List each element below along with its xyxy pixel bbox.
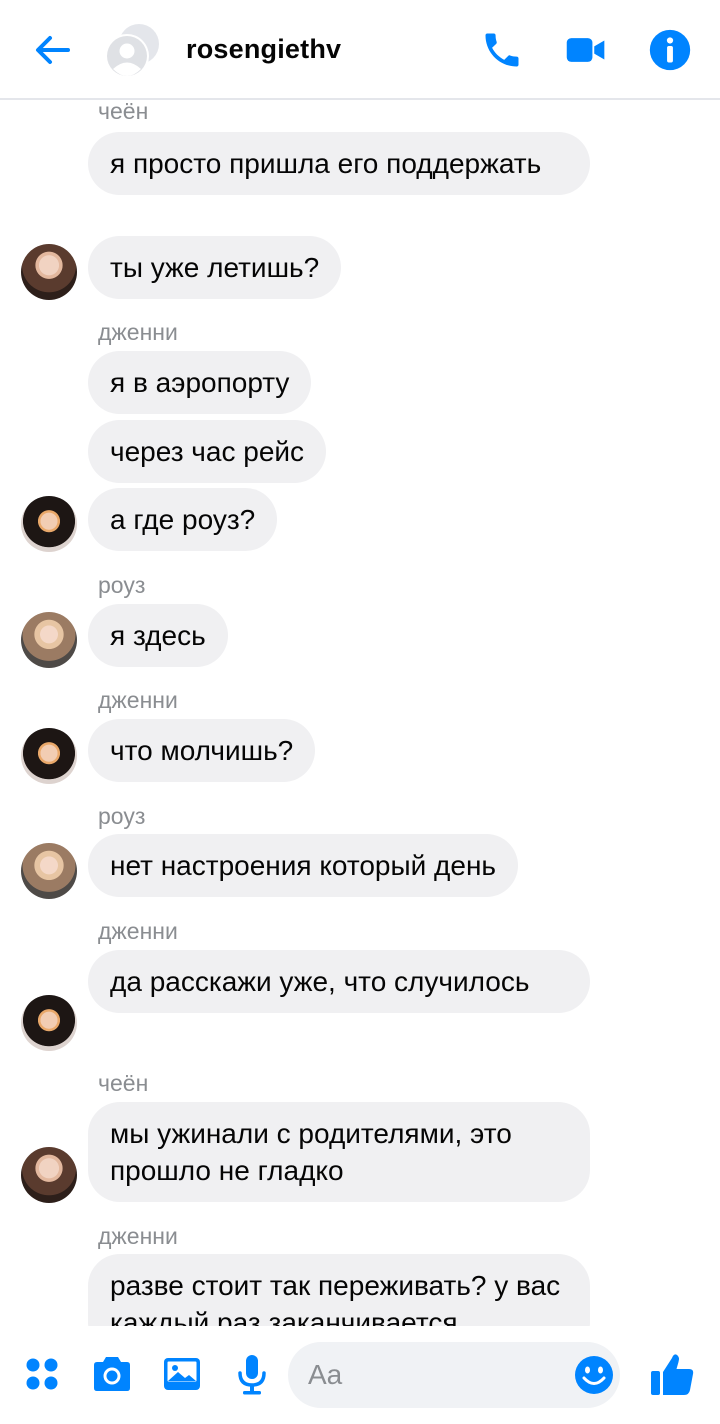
sender-name: дженни <box>98 319 178 345</box>
sender-name: чеён <box>98 1070 149 1096</box>
gallery-button[interactable] <box>158 1350 206 1398</box>
message-bubble[interactable]: через час рейс <box>88 420 327 483</box>
sender-name: чеён <box>98 100 149 124</box>
conversation-info-button[interactable] <box>648 28 692 72</box>
message-bubble[interactable]: ты уже летишь? <box>88 236 342 299</box>
microphone-icon <box>238 1355 266 1395</box>
info-icon <box>649 29 691 71</box>
send-like-button[interactable] <box>646 1348 698 1400</box>
emoji-icon <box>575 1356 613 1394</box>
conversation-header: rosengiethv <box>0 0 720 100</box>
message-bubble[interactable]: я в аэропорту <box>88 351 312 414</box>
sender-avatar[interactable] <box>21 496 77 552</box>
message-bubble[interactable]: что молчишь? <box>88 719 316 782</box>
message-input-container <box>288 1342 620 1408</box>
video-camera-icon <box>566 38 605 62</box>
sender-name: роуз <box>98 803 146 829</box>
sender-avatar[interactable] <box>21 843 77 899</box>
back-arrow-icon <box>36 36 70 64</box>
thumbs-up-icon <box>651 1354 694 1395</box>
phone-icon <box>485 33 519 67</box>
voice-message-button[interactable] <box>228 1350 276 1398</box>
sender-avatar[interactable] <box>21 244 77 300</box>
message-bubble[interactable]: разве стоит так переживать? у вас каждый… <box>88 1254 590 1326</box>
sender-avatar[interactable] <box>21 612 77 668</box>
message-bubble[interactable]: мы ужинали с родителями, это прошло не г… <box>88 1102 590 1202</box>
voice-call-button[interactable] <box>480 28 524 72</box>
image-icon <box>164 1358 200 1390</box>
back-button[interactable] <box>28 26 76 74</box>
camera-icon <box>94 1357 130 1391</box>
video-call-button[interactable] <box>564 28 608 72</box>
message-bubble[interactable]: нет настроения который день <box>88 834 519 897</box>
message-thread[interactable]: чеён я просто пришла его поддержать ты у… <box>0 100 720 1326</box>
conversation-title[interactable]: rosengiethv <box>186 34 341 65</box>
sender-name: роуз <box>98 572 146 598</box>
more-actions-button[interactable] <box>18 1350 66 1398</box>
sender-avatar[interactable] <box>21 1147 77 1203</box>
message-bubble[interactable]: а где роуз? <box>88 488 278 551</box>
camera-button[interactable] <box>88 1350 136 1398</box>
apps-icon <box>26 1358 58 1390</box>
sender-name: дженни <box>98 687 178 713</box>
message-bubble[interactable]: я здесь <box>88 604 228 667</box>
message-bubble[interactable]: да расскажи уже, что случилось <box>88 950 590 1013</box>
sender-avatar[interactable] <box>21 728 77 784</box>
message-composer <box>0 1326 720 1424</box>
message-input[interactable] <box>308 1354 558 1396</box>
sender-name: дженни <box>98 918 178 944</box>
group-avatar-placeholder-icon <box>105 24 159 78</box>
emoji-button[interactable] <box>572 1353 616 1397</box>
contact-avatar[interactable] <box>104 22 162 80</box>
sender-avatar[interactable] <box>21 995 77 1051</box>
message-bubble[interactable]: я просто пришла его поддержать <box>88 132 590 195</box>
sender-name: дженни <box>98 1223 178 1249</box>
